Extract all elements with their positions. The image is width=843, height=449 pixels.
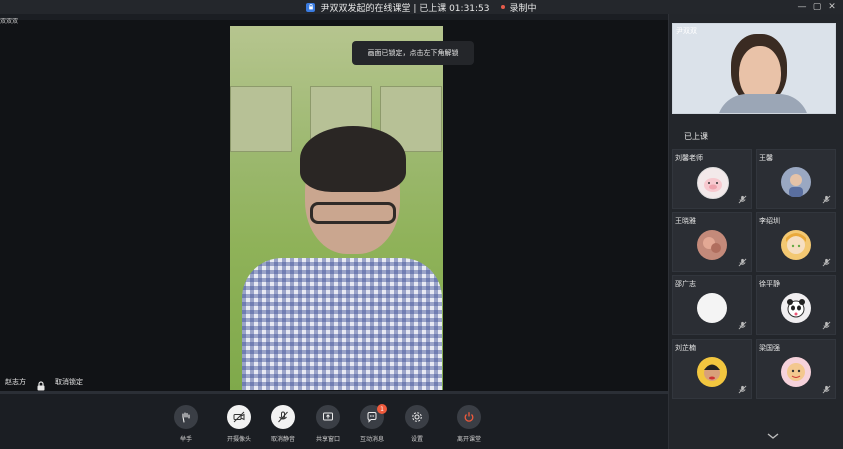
roster-title: 已上课	[684, 132, 708, 141]
recording-status: 录制中	[509, 3, 537, 14]
member-name: 李绍圳	[759, 217, 780, 225]
member-name: 徐平静	[759, 280, 780, 288]
roster-tile[interactable]: 邵广志	[672, 275, 752, 335]
share-window-button[interactable]: 共享窗口	[303, 405, 353, 443]
member-name: 梁国强	[759, 344, 780, 352]
panda-avatar-icon	[781, 293, 811, 323]
gear-icon	[405, 405, 429, 429]
child-avatar-icon	[697, 357, 727, 387]
messages-button[interactable]: 1 互动消息	[347, 404, 397, 443]
anime-avatar-icon	[781, 230, 811, 260]
presenter-shirt	[242, 258, 442, 390]
roster-tile[interactable]: 王馨	[756, 149, 836, 209]
screen-share-icon	[316, 405, 340, 429]
pig-avatar-icon	[697, 167, 729, 199]
classroom-shield-icon	[306, 2, 316, 12]
mic-muted-icon	[822, 258, 831, 267]
raise-hand-button[interactable]: 举手	[161, 405, 211, 443]
power-icon	[457, 405, 481, 429]
maximize-icon[interactable]: ▢	[810, 0, 824, 14]
settings-label: 设置	[410, 436, 423, 443]
member-name: 王晓雅	[675, 217, 696, 225]
messages-badge: 1	[377, 404, 387, 414]
blank-avatar-icon	[697, 293, 727, 323]
mic-muted-icon	[738, 321, 747, 330]
leave-class-button[interactable]: 离开课堂	[444, 405, 494, 443]
close-icon[interactable]: ✕	[825, 0, 839, 14]
mic-muted-icon	[738, 385, 747, 394]
lock-icon[interactable]	[36, 376, 46, 391]
window-title-group: 尹双双发起的在线课堂 | 已上课 01:31:53 录制中	[0, 0, 843, 14]
mic-muted-icon	[822, 385, 831, 394]
camera-label: 开摄像头	[226, 436, 251, 443]
stage-progress-bar	[0, 391, 668, 394]
illustration-avatar-icon	[781, 167, 811, 197]
mic-off-icon	[271, 405, 295, 429]
raise-hand-label: 举手	[179, 436, 192, 443]
teacher-body	[717, 94, 809, 113]
teacher-name: 尹双双	[676, 27, 697, 35]
leave-class-label: 离开课堂	[456, 436, 481, 443]
raise-hand-icon	[174, 405, 198, 429]
roster-tile[interactable]: 李绍圳	[756, 212, 836, 272]
window-title: 尹双双发起的在线课堂 | 已上课 01:31:53	[320, 3, 490, 14]
mic-muted-icon	[738, 195, 747, 204]
roster-tile[interactable]: 刘馨老师	[672, 149, 752, 209]
cartoon-avatar-icon	[781, 357, 811, 387]
photo-avatar-icon	[697, 230, 727, 260]
messages-label: 互动消息	[359, 436, 384, 443]
roster-tile[interactable]: 刘芷楠	[672, 339, 752, 399]
presenter-name: 赵志方	[5, 378, 26, 386]
mic-muted-icon	[822, 195, 831, 204]
background-cabinet	[230, 86, 292, 152]
roster-tile[interactable]: 王晓雅	[672, 212, 752, 272]
minimize-icon[interactable]: —	[795, 0, 809, 14]
member-name: 王馨	[759, 154, 773, 162]
recording-dot-icon	[500, 5, 505, 9]
roster-tile[interactable]: 徐平静	[756, 275, 836, 335]
lock-toast: 画面已锁定，点击左下角解锁	[352, 41, 474, 65]
mic-muted-icon	[738, 258, 747, 267]
camera-off-icon	[227, 405, 251, 429]
share-window-label: 共享窗口	[315, 436, 340, 443]
unmute-button[interactable]: 取消静音	[258, 405, 308, 443]
presenter-video	[230, 26, 443, 390]
presenter-glasses	[310, 202, 396, 224]
chevron-down-icon[interactable]	[766, 431, 780, 441]
member-name: 邵广志	[675, 280, 696, 288]
stage-corner-label: 双双双	[0, 18, 19, 25]
settings-button[interactable]: 设置	[392, 405, 442, 443]
camera-button[interactable]: 开摄像头	[214, 405, 264, 443]
unlock-button[interactable]: 取消锁定	[55, 377, 83, 387]
roster-tile[interactable]: 梁国强	[756, 339, 836, 399]
unmute-label: 取消静音	[270, 436, 295, 443]
teacher-video[interactable]: 尹双双	[672, 23, 836, 114]
member-name: 刘芷楠	[675, 344, 696, 352]
member-name: 刘馨老师	[675, 154, 703, 162]
mic-muted-icon	[822, 321, 831, 330]
presenter-hair	[300, 126, 406, 192]
